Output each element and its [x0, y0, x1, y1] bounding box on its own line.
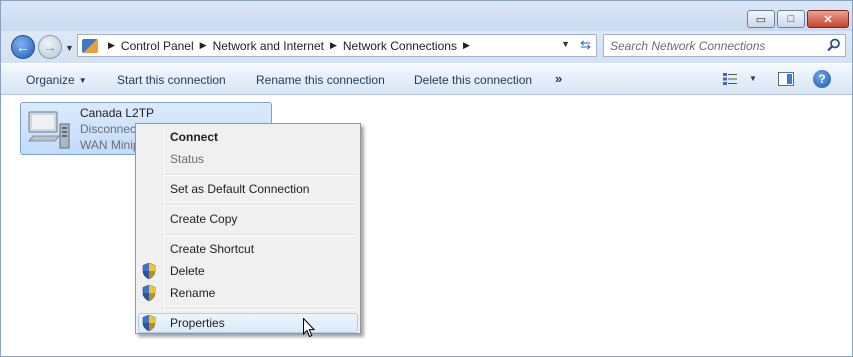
preview-pane-icon[interactable]: [778, 72, 794, 86]
shield-icon: [142, 315, 156, 331]
menu-item-properties[interactable]: Properties: [170, 316, 225, 330]
help-icon[interactable]: ?: [813, 70, 831, 88]
menu-item-set-default[interactable]: Set as Default Connection: [170, 182, 309, 196]
breadcrumb-control-panel[interactable]: Control Panel: [121, 39, 194, 53]
minimize-button[interactable]: ▭: [747, 10, 775, 28]
maximize-button[interactable]: □: [777, 10, 805, 28]
breadcrumb-chevron-icon[interactable]: ▶: [463, 40, 470, 51]
close-button[interactable]: ✕: [807, 10, 849, 28]
shield-icon: [142, 285, 156, 301]
menu-item-rename[interactable]: Rename: [170, 286, 215, 300]
menu-item-create-shortcut[interactable]: Create Shortcut: [170, 242, 254, 256]
context-menu: Connect Status Set as Default Connection…: [135, 123, 361, 334]
menu-item-connect[interactable]: Connect: [170, 130, 218, 144]
menu-item-create-copy[interactable]: Create Copy: [170, 212, 237, 226]
start-connection-button[interactable]: Start this connection: [117, 73, 226, 87]
breadcrumb-chevron-icon[interactable]: ▶: [108, 40, 115, 51]
organize-button[interactable]: Organize ▼: [26, 73, 87, 87]
address-dropdown-icon[interactable]: ▼: [561, 39, 570, 49]
breadcrumb-chevron-icon[interactable]: ▶: [330, 40, 337, 51]
breadcrumb-chevron-icon[interactable]: ▶: [200, 40, 207, 51]
command-bar: Organize ▼ Start this connection Rename t…: [1, 63, 852, 95]
views-dropdown-icon[interactable]: ▼: [749, 74, 757, 83]
shield-icon: [142, 263, 156, 279]
address-bar[interactable]: ▶ Control Panel ▶ Network and Internet ▶…: [77, 34, 597, 57]
network-connection-icon: [28, 111, 70, 149]
back-button[interactable]: ←: [11, 35, 35, 59]
cursor-icon: [303, 318, 315, 338]
refresh-icon[interactable]: ⇆: [580, 37, 591, 53]
navigation-bar: ← → ▼ ▶ Control Panel ▶ Network and Inte…: [1, 31, 852, 63]
search-box[interactable]: [603, 34, 846, 57]
search-input[interactable]: [610, 37, 820, 54]
explorer-window: ▭ □ ✕ ← → ▼ ▶ Control Panel ▶ Network an…: [0, 0, 853, 357]
forward-icon: →: [43, 39, 57, 55]
rename-connection-button[interactable]: Rename this connection: [256, 73, 385, 87]
menu-separator: [164, 234, 357, 236]
connection-name: Canada L2TP: [80, 106, 155, 120]
title-bar: ▭ □ ✕: [1, 1, 852, 31]
views-icon[interactable]: [723, 73, 737, 85]
menu-separator: [164, 308, 357, 310]
menu-item-status: Status: [170, 152, 205, 166]
menu-gutter: [162, 126, 164, 331]
more-commands-button[interactable]: »: [555, 71, 562, 86]
organize-label: Organize: [26, 73, 75, 87]
control-panel-icon: [82, 38, 98, 53]
chevron-down-icon: ▼: [78, 76, 87, 85]
recent-pages-dropdown[interactable]: ▼: [65, 43, 74, 53]
breadcrumb-network-and-internet[interactable]: Network and Internet: [213, 39, 324, 53]
breadcrumb-network-connections[interactable]: Network Connections: [343, 39, 457, 53]
delete-connection-button[interactable]: Delete this connection: [414, 73, 532, 87]
menu-separator: [164, 204, 357, 206]
menu-item-delete[interactable]: Delete: [170, 264, 205, 278]
forward-button[interactable]: →: [38, 35, 62, 59]
menu-separator: [164, 174, 357, 176]
search-icon[interactable]: [827, 38, 841, 52]
back-icon: ←: [16, 39, 30, 55]
